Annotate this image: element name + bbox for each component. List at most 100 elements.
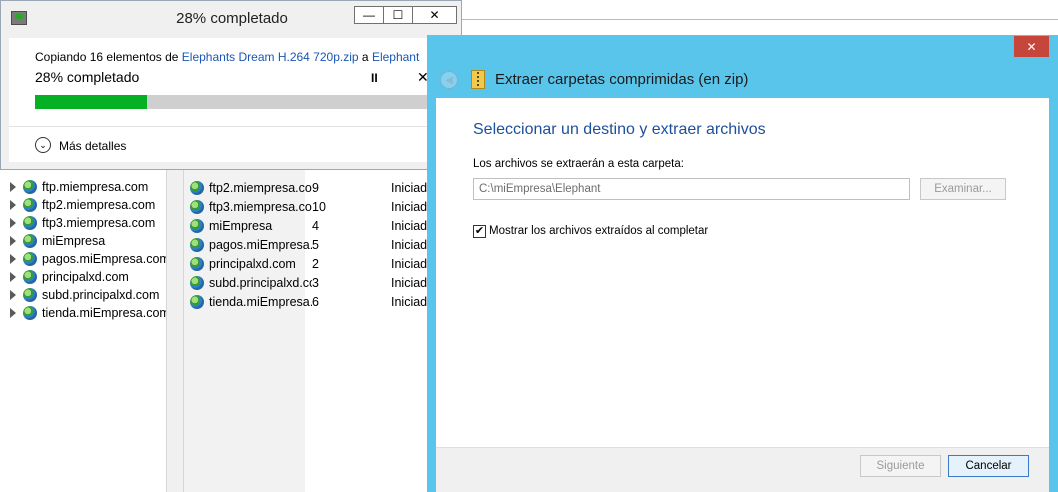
- copy-prefix: Copiando 16 elementos de: [35, 50, 179, 64]
- destination-input[interactable]: [473, 178, 910, 200]
- website-globe-icon: [190, 218, 204, 233]
- checkmark-icon: ✔: [474, 225, 485, 237]
- tree-item[interactable]: tienda.miEmpresa.com: [9, 304, 170, 322]
- extract-wizard-window: ✕ ◀ Extraer carpetas comprimidas (en zip…: [427, 35, 1058, 492]
- background-window-edge: [462, 19, 1058, 20]
- website-globe-icon: [190, 237, 204, 252]
- wizard-title: Extraer carpetas comprimidas (en zip): [495, 71, 749, 88]
- close-icon: ✕: [429, 8, 440, 22]
- copy-to-word: a: [361, 50, 369, 64]
- tree-item-label: tienda.miEmpresa.com: [42, 306, 170, 320]
- website-globe-icon: [190, 256, 204, 271]
- tree-item-label: principalxd.com: [42, 270, 129, 284]
- destination-link[interactable]: Elephant: [372, 50, 419, 64]
- tree-item[interactable]: subd.principalxd.com: [9, 286, 160, 304]
- site-name: miEmpresa: [209, 218, 273, 233]
- tree-item-label: miEmpresa: [42, 234, 106, 248]
- tree-item-label: subd.principalxd.com: [42, 288, 160, 302]
- browse-button[interactable]: Examinar...: [920, 178, 1006, 200]
- site-id: 3: [312, 275, 319, 290]
- website-globe-icon: [190, 180, 204, 195]
- site-row[interactable]: ftp3.miempresa.com 10 Iniciado: [190, 197, 434, 216]
- website-globe-icon: [23, 234, 37, 248]
- site-name: subd.principalxd.com: [209, 275, 312, 290]
- website-globe-icon: [23, 270, 37, 284]
- tree-item-label: ftp2.miempresa.com: [42, 198, 156, 212]
- cancel-button[interactable]: Cancelar: [948, 455, 1029, 477]
- site-row[interactable]: principalxd.com 2 Iniciado: [190, 254, 434, 273]
- progress-titlebar[interactable]: 28% completado — ☐ ✕: [1, 1, 461, 37]
- expand-arrow-icon[interactable]: [9, 253, 20, 265]
- site-id: 6: [312, 294, 319, 309]
- tree-item[interactable]: ftp3.miempresa.com: [9, 214, 156, 232]
- percent-complete-text: 28% completado: [35, 69, 140, 85]
- source-link[interactable]: Elephants Dream H.264 720p.zip: [182, 50, 359, 64]
- progress-body: Copiando 16 elementos de Elephants Dream…: [9, 38, 455, 162]
- site-row[interactable]: ftp2.miempresa.com 9 Iniciado: [190, 178, 434, 197]
- site-name: ftp3.miempresa.com: [209, 199, 312, 214]
- site-row[interactable]: pagos.miEmpresa.com5Iniciado: [190, 235, 434, 254]
- tree-item[interactable]: principalxd.com: [9, 268, 129, 286]
- site-name: pagos.miEmpresa.com: [209, 237, 312, 252]
- show-files-label[interactable]: Mostrar los archivos extraídos al comple…: [489, 225, 708, 237]
- site-row[interactable]: miEmpresa 4 Iniciado: [190, 216, 434, 235]
- expand-arrow-icon[interactable]: [9, 217, 20, 229]
- website-globe-icon: [23, 252, 37, 266]
- progress-bar: [35, 95, 435, 109]
- minimize-icon: —: [363, 8, 375, 22]
- back-button[interactable]: ◀: [440, 71, 458, 89]
- copy-progress-dialog: 28% completado — ☐ ✕ Copiando 16 element…: [0, 0, 462, 170]
- tree-item-label: ftp.miempresa.com: [42, 180, 149, 194]
- site-name: tienda.miEmpresa.com: [209, 294, 312, 309]
- close-icon: ✕: [1026, 39, 1037, 54]
- tree-item[interactable]: pagos.miEmpresa.com: [9, 250, 170, 268]
- website-globe-icon: [23, 288, 37, 302]
- site-id: 10: [312, 199, 326, 214]
- close-button[interactable]: ✕: [412, 6, 457, 24]
- back-arrow-icon: ◀: [445, 74, 453, 86]
- more-details-link[interactable]: Más detalles: [59, 139, 126, 153]
- destination-label: Los archivos se extraerán a esta carpeta…: [473, 158, 684, 170]
- copy-description: Copiando 16 elementos de Elephants Dream…: [35, 50, 419, 64]
- expand-arrow-icon[interactable]: [9, 199, 20, 211]
- site-id: 2: [312, 256, 319, 271]
- wizard-heading: Seleccionar un destino y extraer archivo…: [473, 121, 766, 138]
- site-row[interactable]: subd.principalxd.com3Iniciado: [190, 273, 434, 292]
- tree-item[interactable]: ftp2.miempresa.com: [9, 196, 156, 214]
- website-globe-icon: [23, 216, 37, 230]
- minimize-button[interactable]: —: [354, 6, 384, 24]
- site-id: 5: [312, 237, 319, 252]
- show-files-checkbox[interactable]: ✔: [473, 225, 486, 238]
- expand-arrow-icon[interactable]: [9, 181, 20, 193]
- tree-item-label: pagos.miEmpresa.com: [42, 252, 170, 266]
- expand-arrow-icon[interactable]: [9, 271, 20, 283]
- site-row[interactable]: tienda.miEmpresa.com6Iniciado: [190, 292, 434, 311]
- maximize-icon: ☐: [392, 8, 404, 22]
- tree-item[interactable]: miEmpresa: [9, 232, 106, 250]
- next-button[interactable]: Siguiente: [860, 455, 941, 477]
- tree-item[interactable]: ftp.miempresa.com: [9, 178, 149, 196]
- site-name: principalxd.com: [209, 256, 296, 271]
- maximize-button[interactable]: ☐: [383, 6, 413, 24]
- pane-splitter[interactable]: [167, 170, 183, 492]
- website-globe-icon: [23, 180, 37, 194]
- website-globe-icon: [23, 198, 37, 212]
- progress-divider: [9, 126, 455, 127]
- site-name: ftp2.miempresa.com: [209, 180, 312, 195]
- site-id: 4: [312, 218, 319, 233]
- expand-arrow-icon[interactable]: [9, 307, 20, 319]
- website-globe-icon: [23, 306, 37, 320]
- footer-divider: [436, 447, 1049, 448]
- progress-bar-fill: [35, 95, 147, 109]
- chevron-down-icon[interactable]: ⌄: [35, 137, 51, 153]
- expand-arrow-icon[interactable]: [9, 289, 20, 301]
- tree-item-label: ftp3.miempresa.com: [42, 216, 156, 230]
- pause-button[interactable]: II: [371, 71, 378, 85]
- zip-folder-icon: [471, 70, 485, 89]
- wizard-content: Seleccionar un destino y extraer archivo…: [436, 98, 1049, 447]
- wizard-close-button[interactable]: ✕: [1014, 36, 1049, 57]
- website-globe-icon: [190, 294, 204, 309]
- website-globe-icon: [190, 199, 204, 214]
- expand-arrow-icon[interactable]: [9, 235, 20, 247]
- site-tree[interactable]: ftp.miempresa.com ftp2.miempresa.com ftp3.…: [0, 170, 170, 492]
